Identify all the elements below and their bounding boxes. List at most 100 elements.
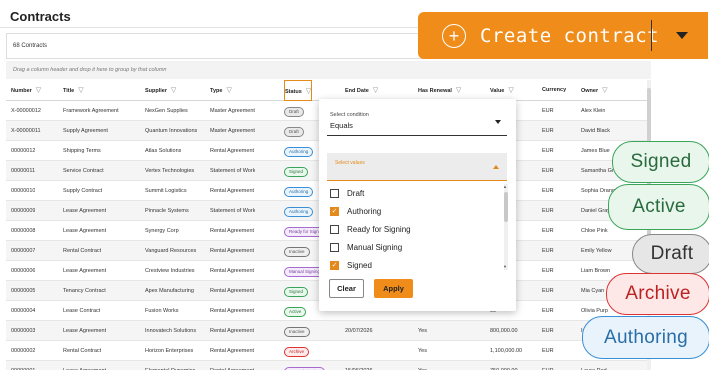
apply-button[interactable]: Apply (374, 279, 413, 298)
cell-title: Rental Contract (63, 248, 102, 254)
cell-owner: David Black (581, 128, 611, 134)
status-badge: Inactive (284, 327, 310, 337)
cell-title: Supply Agreement (63, 128, 108, 134)
page-title: Contracts (10, 9, 71, 24)
cell-supplier: Quantum Innovations (145, 128, 198, 134)
cell-currency: EUR (542, 348, 554, 354)
cell-currency: EUR (542, 208, 554, 214)
checkbox[interactable]: ✓ (330, 206, 339, 216)
checkbox[interactable] (330, 188, 339, 198)
cell-number: 00000001 (11, 361, 35, 370)
cell-supplier: Apex Manufacturing (145, 288, 194, 294)
value-option-label: Manual Signing (347, 242, 403, 252)
column-header-label: Has Renewal (418, 88, 452, 94)
chevron-down-icon[interactable] (676, 32, 688, 39)
cell-type: Rental Agreement (210, 248, 255, 254)
status-badge: Draft (284, 127, 304, 137)
cell-currency: EUR (542, 128, 554, 134)
filter-icon[interactable]: ▽ (78, 80, 83, 100)
create-contract-button[interactable]: + Create contract (418, 12, 708, 59)
status-badge: Authoring (284, 147, 314, 157)
column-header-end[interactable]: End Date ▽ (345, 80, 378, 100)
filter-icon[interactable]: ▽ (226, 80, 231, 100)
scroll-down-icon[interactable]: ▼ (503, 264, 507, 269)
cell-title: Lease Agreement (63, 228, 107, 234)
cell-supplier: Summit Logistics (145, 188, 187, 194)
status-callout-authoring: Authoring (582, 316, 709, 359)
value-option[interactable]: ✓ Authoring (327, 202, 507, 220)
cell-title: Lease Contract (63, 308, 101, 314)
column-header-supplier[interactable]: Supplier ▽ (145, 80, 176, 100)
column-header-status[interactable]: Status ▽ (284, 80, 313, 101)
cell-type: Rental Agreement (210, 288, 255, 294)
status-callout-archive: Archive (606, 273, 709, 315)
value-option[interactable]: Ready for Signing (327, 220, 507, 238)
options-scrollbar[interactable]: ▲ ▼ (503, 184, 508, 270)
cell-currency: EUR (542, 361, 554, 370)
value-option[interactable]: Draft (327, 184, 507, 202)
column-header-type[interactable]: Type ▽ (210, 80, 232, 100)
cell-type: Rental Agreement (210, 188, 255, 194)
group-drop-zone[interactable]: Drag a column header and drop it here to… (6, 61, 651, 79)
column-header-label: Supplier (145, 88, 168, 94)
caret-up-icon (493, 165, 499, 169)
cell-type: Rental Agreement (210, 308, 255, 314)
filter-icon[interactable]: ▽ (36, 80, 41, 100)
status-badge: Archive (284, 347, 310, 357)
values-select[interactable]: Select values (327, 153, 507, 181)
column-header-owner[interactable]: Owner ▽ (581, 80, 608, 100)
cell-supplier: Pinnacle Systems (145, 208, 189, 214)
condition-select[interactable]: Select condition Equals (327, 108, 507, 136)
scroll-up-icon[interactable]: ▲ (503, 184, 507, 189)
cell-title: Lease Agreement (63, 208, 107, 214)
filter-icon[interactable]: ▽ (171, 80, 176, 100)
filter-icon[interactable]: ▽ (373, 80, 378, 100)
checkbox[interactable] (330, 224, 339, 234)
filter-icon[interactable]: ▽ (456, 80, 461, 100)
column-header-value[interactable]: Value ▽ (490, 80, 514, 100)
value-option[interactable]: Manual Signing (327, 238, 507, 256)
status-badge: Authoring (284, 187, 314, 197)
table-row[interactable]: 00000003 Lease Agreement Innovatech Soluti… (6, 321, 651, 341)
table-row[interactable]: 00000001 Lease Agreement Elemental Dynamic… (6, 361, 651, 370)
cell-supplier: Fusion Works (145, 308, 179, 314)
cell-status: Signed (284, 161, 309, 180)
cell-type: Rental Agreement (210, 348, 255, 354)
cell-owner: Alex Klein (581, 108, 606, 114)
filter-icon[interactable]: ▽ (306, 81, 311, 100)
cell-status: Authoring (284, 141, 314, 160)
cell-number: 00000003 (11, 328, 36, 334)
cell-number: 00000004 (11, 308, 36, 314)
table-row[interactable]: 00000002 Rental Contract Horizon Enterpris… (6, 341, 651, 361)
column-header-currency[interactable]: Currency (542, 80, 566, 100)
cell-owner: Mia Cyan (581, 288, 605, 294)
checkbox[interactable]: ✓ (330, 260, 339, 270)
filter-icon[interactable]: ▽ (508, 80, 513, 100)
cell-status: Authoring (284, 201, 314, 220)
create-contract-label: Create contract (480, 24, 660, 47)
filter-icon[interactable]: ▽ (602, 80, 607, 100)
contract-count: 68 Contracts (13, 43, 48, 49)
column-header-title[interactable]: Title ▽ (63, 80, 84, 100)
checkbox[interactable] (330, 242, 339, 252)
cell-number: X-00000011 (11, 128, 41, 134)
cell-supplier: Vertex Technologies (145, 168, 195, 174)
cell-owner: James Blue (581, 148, 610, 154)
column-header-label: Value (490, 88, 505, 94)
cell-currency: EUR (542, 328, 554, 334)
cell-supplier: Crestview Industries (145, 268, 195, 274)
options-scrollbar-thumb[interactable] (504, 192, 508, 222)
cell-title: Supply Contract (63, 188, 103, 194)
clear-button[interactable]: Clear (329, 279, 364, 298)
status-callout-signed: Signed (612, 141, 709, 183)
cell-number: 00000012 (11, 148, 36, 154)
cell-title: Lease Agreement (63, 268, 107, 274)
value-option[interactable]: ✓ Signed (327, 256, 507, 270)
column-header-label: Owner (581, 88, 599, 94)
column-header-renewal[interactable]: Has Renewal ▽ (418, 80, 461, 100)
cell-type: Statement of Work (210, 208, 256, 214)
cell-type: Statement of Work (210, 168, 256, 174)
column-header-label: Number (11, 88, 32, 94)
status-badge: Authoring (284, 207, 314, 217)
column-header-number[interactable]: Number ▽ (11, 80, 41, 100)
